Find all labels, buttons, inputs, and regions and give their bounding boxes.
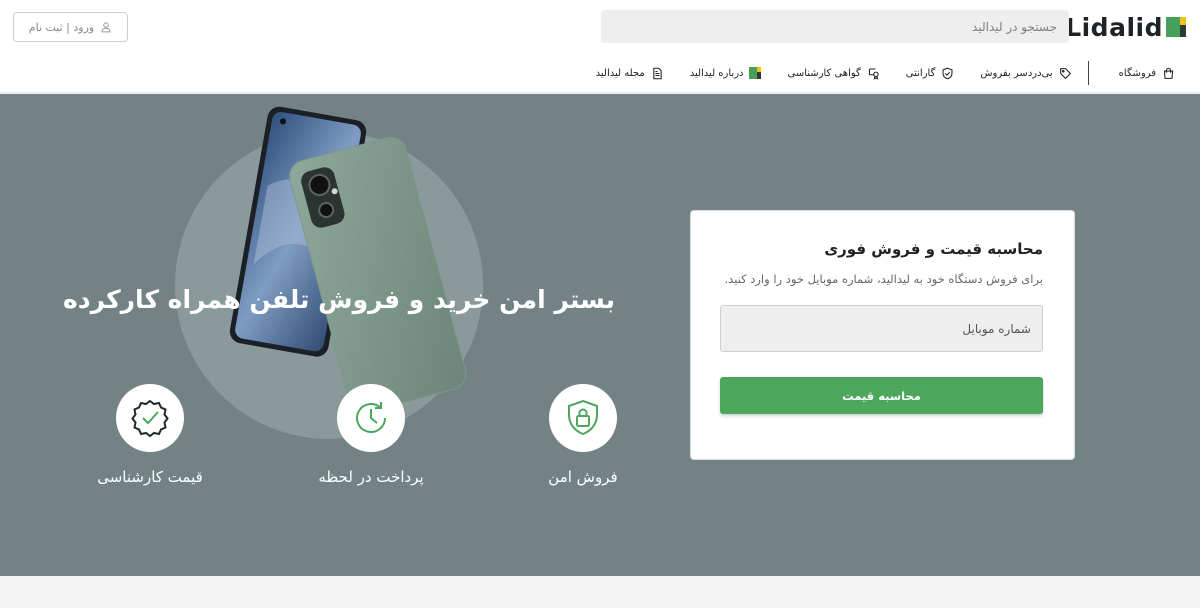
- feature-expert-price: قیمت کارشناسی: [80, 384, 220, 486]
- tag-icon: [1059, 67, 1071, 79]
- nav-item-magazine[interactable]: مجله لیدالید: [596, 67, 664, 80]
- calculate-price-button[interactable]: محاسبه قیمت: [720, 377, 1043, 414]
- feature-icon-circle: [337, 384, 405, 452]
- nav-item-label: گارانتی: [905, 67, 936, 79]
- card-title: محاسبه قیمت و فروش فوری: [824, 240, 1043, 258]
- search-input[interactable]: [601, 10, 1069, 43]
- feature-instant-payment: پرداخت در لحظه: [301, 384, 441, 486]
- main-nav: فروشگاه بی‌دردسر بفروش گارانتی گواهی کار…: [570, 60, 1175, 86]
- site-header: Lidalid ورود | ثبت نام فروشگاه بی‌دردسر …: [0, 0, 1200, 93]
- feature-icon-circle: [549, 384, 617, 452]
- phones-illustration: [229, 106, 467, 413]
- nav-item-shop[interactable]: فروشگاه: [1119, 67, 1175, 80]
- shield-lock-icon: [568, 399, 598, 436]
- user-icon: [101, 22, 111, 33]
- lidalid-logo[interactable]: Lidalid: [1065, 12, 1186, 42]
- price-calculator-card: محاسبه قیمت و فروش فوری برای فروش دستگاه…: [690, 210, 1075, 460]
- nav-item-label: فروشگاه: [1118, 67, 1156, 79]
- nav-item-certificate[interactable]: گواهی کارشناسی: [787, 67, 879, 80]
- badge-check-icon: [131, 399, 169, 438]
- nav-divider: [1087, 61, 1089, 85]
- phone-input[interactable]: [720, 305, 1043, 352]
- nav-item-sell[interactable]: بی‌دردسر بفروش: [980, 67, 1071, 80]
- feature-icon-circle: [116, 384, 184, 452]
- feature-label: فروش امن: [548, 468, 618, 486]
- nav-item-label: گواهی کارشناسی: [787, 67, 861, 79]
- feature-label: قیمت کارشناسی: [97, 468, 203, 486]
- nav-item-label: مجله لیدالید: [595, 67, 645, 79]
- login-label: ورود | ثبت نام: [28, 20, 95, 34]
- logo-text: Lidalid: [1065, 12, 1163, 42]
- logo-mark-icon: [1166, 17, 1186, 37]
- feature-label: پرداخت در لحظه: [318, 468, 424, 486]
- card-description: برای فروش دستگاه خود به لیدالید، شماره م…: [724, 272, 1044, 286]
- shopping-bag-icon: [1163, 67, 1174, 79]
- nav-item-about[interactable]: درباره لیدالید: [690, 67, 762, 79]
- feature-secure-sale: فروش امن: [513, 384, 653, 486]
- clock-icon: [356, 402, 386, 433]
- nav-item-label: بی‌دردسر بفروش: [980, 67, 1053, 79]
- nav-item-label: درباره لیدالید: [689, 67, 744, 79]
- nav-item-warranty[interactable]: گارانتی: [906, 67, 955, 80]
- lidalid-logo-icon: [749, 67, 762, 79]
- login-register-button[interactable]: ورود | ثبت نام: [13, 12, 128, 42]
- hero-title: بستر امن خرید و فروش تلفن همراه کارکرده: [62, 285, 615, 314]
- hero-section: بستر امن خرید و فروش تلفن همراه کارکرده …: [0, 94, 1200, 576]
- document-icon: [653, 67, 662, 79]
- certificate-icon: [868, 68, 879, 80]
- shield-check-icon: [942, 67, 953, 79]
- page: Lidalid ورود | ثبت نام فروشگاه بی‌دردسر …: [0, 0, 1200, 608]
